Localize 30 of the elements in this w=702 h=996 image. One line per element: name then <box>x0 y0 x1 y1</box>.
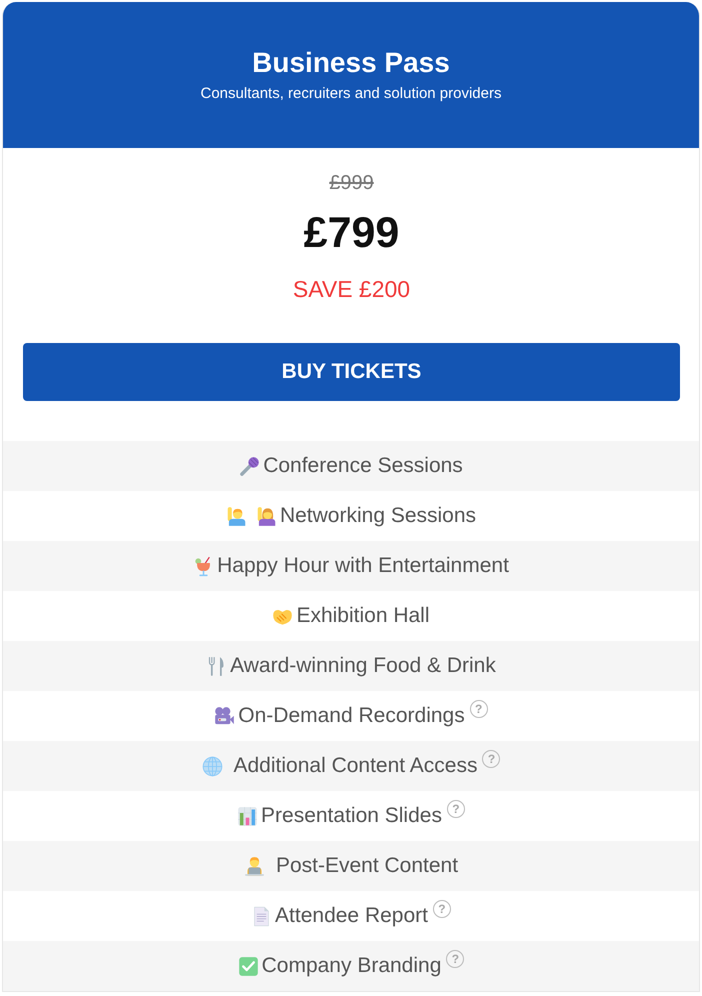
current-price: £799 <box>304 208 400 258</box>
microphone-icon <box>239 456 260 476</box>
savings-text: SAVE £200 <box>292 275 410 304</box>
person-raising-hand-icon <box>226 506 247 526</box>
help-button[interactable]: ? <box>470 700 488 718</box>
person-with-laptop-icon <box>244 856 265 876</box>
feature-label: Presentation Slides <box>261 803 442 829</box>
feature-label: Award-winning Food & Drink <box>230 653 496 679</box>
feature-label: Company Branding <box>262 953 442 979</box>
feature-label: Happy Hour with Entertainment <box>217 553 509 579</box>
buy-button[interactable]: BUY TICKETS <box>23 343 680 401</box>
person-raising-hand-icon <box>256 506 277 526</box>
help-button[interactable]: ? <box>432 900 451 918</box>
feature-label: Networking Sessions <box>280 503 476 529</box>
feature-label: On-Demand Recordings <box>238 703 465 729</box>
feature-label: Post-Event Content <box>276 853 458 879</box>
help-button[interactable]: ? <box>482 750 500 768</box>
feature-label: Conference Sessions <box>263 453 463 479</box>
feature-label: Additional Content Access <box>234 753 478 779</box>
pass-title: Business Pass <box>251 46 451 80</box>
feature-label: Attendee Report <box>275 903 428 929</box>
feature-label: Exhibition Hall <box>296 603 430 629</box>
original-price: £999 <box>329 171 374 196</box>
bar-chart-icon <box>237 806 258 826</box>
check-mark-icon <box>238 956 259 976</box>
pass-subtitle: Consultants, recruiters and solution providers <box>200 85 502 103</box>
movie-camera-icon <box>214 706 236 726</box>
help-button[interactable]: ? <box>446 950 464 968</box>
help-button[interactable]: ? <box>446 800 465 818</box>
globe-icon <box>202 756 222 776</box>
